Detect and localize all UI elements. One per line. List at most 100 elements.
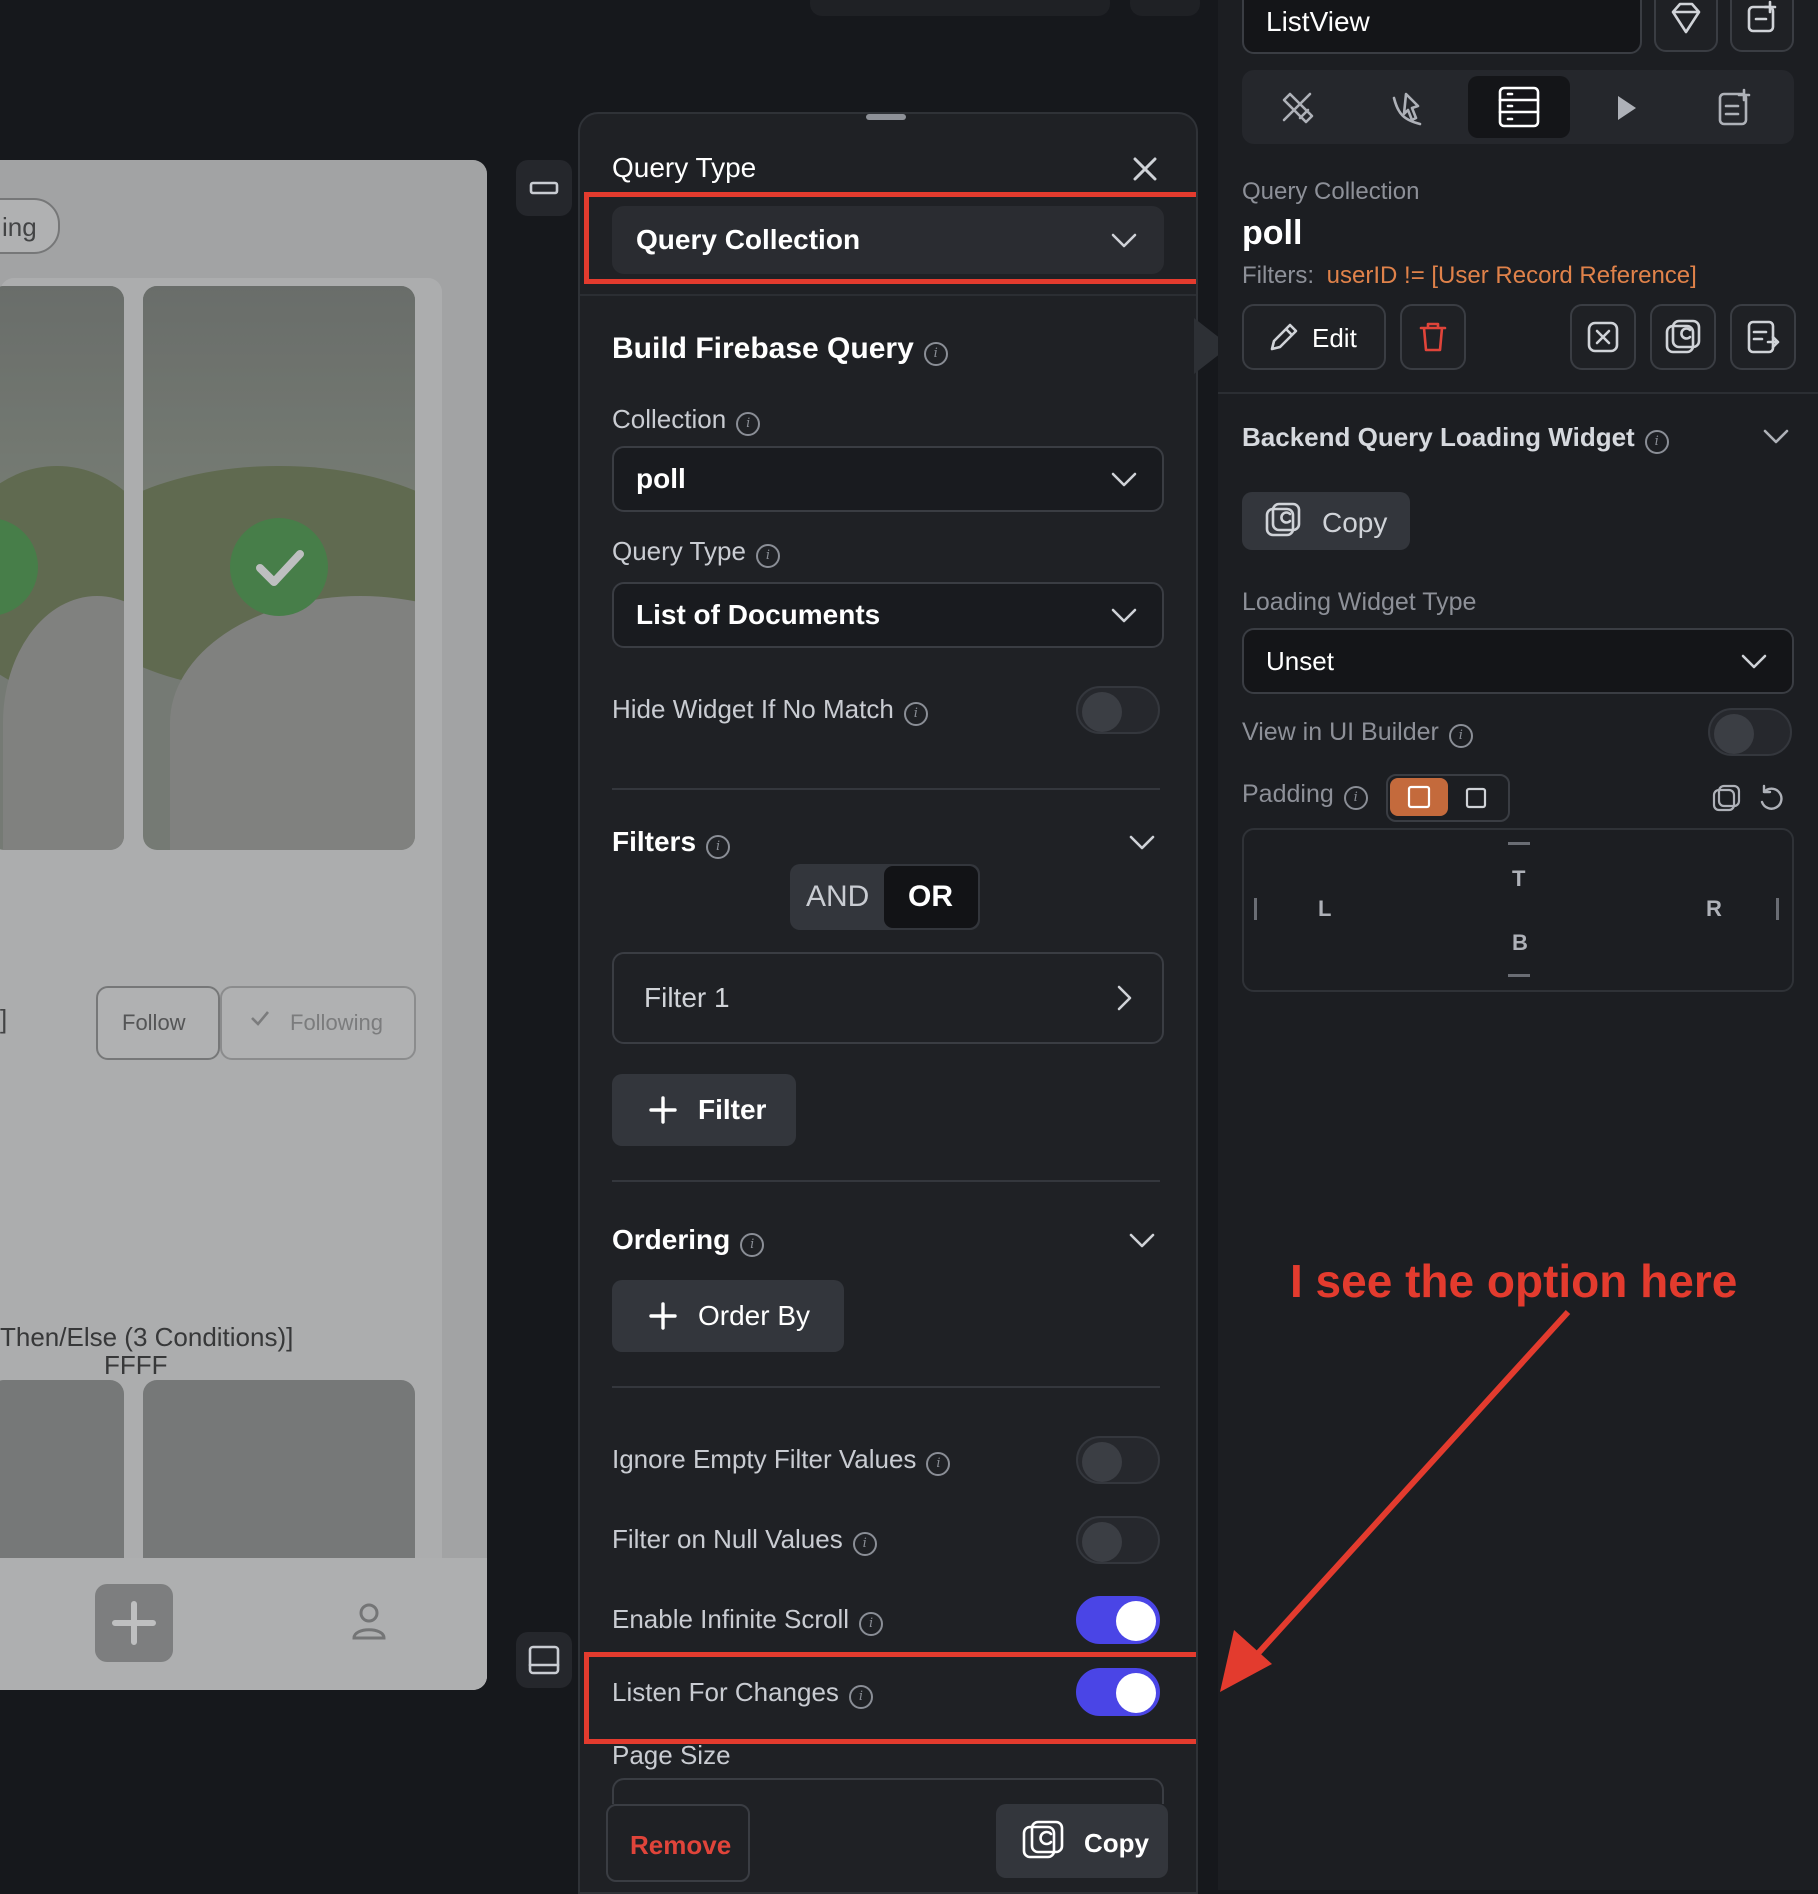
padding-left[interactable]: L [1318, 896, 1331, 922]
padding-editor[interactable]: T L R B [1242, 828, 1794, 992]
tab-backend-query[interactable] [1468, 76, 1570, 138]
infinite-scroll-toggle[interactable] [1076, 1596, 1160, 1644]
left-marker [1254, 898, 1257, 920]
add-filter-button[interactable]: Filter [612, 1074, 796, 1146]
diamond-button[interactable] [1654, 0, 1718, 52]
chevron-down-icon[interactable] [1760, 420, 1792, 452]
filters-title: Filters [612, 826, 697, 857]
remove-label: Remove [630, 1830, 732, 1860]
info-icon[interactable]: i [755, 543, 780, 568]
collection-dropdown[interactable]: poll [612, 446, 1164, 512]
ordering-title: Ordering [612, 1224, 731, 1255]
copy-icon[interactable] [1706, 778, 1746, 818]
collection-label-row: Collection i [612, 404, 761, 436]
info-icon[interactable]: i [859, 1611, 884, 1636]
order-by-button[interactable]: Order By [612, 1280, 844, 1352]
variable-button[interactable] [1570, 304, 1636, 370]
filters-heading: Filters i [612, 826, 731, 859]
query-panel: Query Type Query Collection Build Fireba… [578, 112, 1198, 1894]
filter-null-toggle[interactable] [1076, 1516, 1160, 1564]
padding-label: Padding [1242, 780, 1334, 808]
copy-query-button[interactable]: Copy [996, 1804, 1168, 1878]
chevron-down-icon[interactable] [1126, 1224, 1158, 1256]
query-kind-caption: Query Collection [1242, 178, 1420, 205]
padding-single-icon[interactable] [1456, 778, 1496, 818]
padding-all-icon [1407, 785, 1431, 809]
ignore-empty-toggle[interactable] [1076, 1436, 1160, 1484]
add-component-icon [1747, 0, 1777, 33]
edit-label: Edit [1312, 323, 1357, 353]
or-option[interactable]: OR [908, 880, 953, 914]
info-icon[interactable]: i [706, 834, 731, 859]
loading-widget-heading: Backend Query Loading Widget i [1242, 422, 1669, 454]
padding-uniform-option[interactable] [1390, 778, 1448, 816]
info-icon[interactable]: i [740, 1232, 765, 1257]
copy-icon-button[interactable] [1650, 304, 1716, 370]
padding-row: Padding i [1242, 780, 1368, 810]
reset-icon[interactable] [1752, 778, 1792, 818]
filters-summary: Filters: userID != [User Record Referenc… [1242, 262, 1697, 290]
page-size-label: Page Size [612, 1740, 731, 1770]
play-icon[interactable] [1598, 80, 1654, 136]
info-icon[interactable]: i [1448, 723, 1473, 748]
info-icon[interactable]: i [903, 701, 928, 726]
action-icon[interactable] [1380, 80, 1436, 136]
filter-item[interactable]: Filter 1 [612, 952, 1164, 1044]
info-icon[interactable]: i [926, 1451, 951, 1476]
divider [612, 1180, 1160, 1182]
padding-right[interactable]: R [1706, 896, 1722, 922]
add-component-button[interactable] [1730, 0, 1794, 52]
infinite-scroll-row: Enable Infinite Scroll i [612, 1604, 884, 1636]
hide-widget-row: Hide Widget If No Match i [612, 694, 928, 726]
padding-mode-switch[interactable] [1386, 774, 1510, 822]
remove-button[interactable]: Remove [606, 1804, 750, 1882]
right-marker [1776, 898, 1779, 920]
paste-button[interactable] [1730, 304, 1796, 370]
query-kind-value: List of Documents [636, 599, 881, 630]
chevron-down-icon [1741, 654, 1767, 669]
plus-icon [649, 1302, 677, 1330]
info-icon[interactable]: i [1644, 429, 1669, 454]
annotation-text: I see the option here [1290, 1255, 1738, 1307]
divider [612, 1386, 1160, 1388]
copy-label: Copy [1084, 1828, 1149, 1858]
divider [1218, 392, 1818, 394]
close-icon[interactable] [1128, 152, 1162, 186]
top-toolbar-stub [1130, 0, 1200, 16]
panel-collapse-button[interactable] [516, 160, 572, 216]
delete-query-button[interactable] [1400, 304, 1466, 370]
notes-icon[interactable] [1706, 80, 1762, 136]
info-icon[interactable]: i [736, 411, 761, 436]
add-filter-label: Filter [698, 1094, 767, 1125]
widget-name-field[interactable]: ListView [1242, 0, 1642, 54]
info-icon[interactable]: i [923, 341, 948, 366]
loading-widget-title: Backend Query Loading Widget [1242, 422, 1635, 452]
and-or-switch[interactable]: AND OR [790, 864, 980, 930]
database-icon [1498, 86, 1540, 128]
filters-prefix: Filters: [1242, 262, 1314, 289]
top-toolbar-stub [810, 0, 1110, 16]
widget-name: ListView [1266, 6, 1370, 37]
query-kind-label-row: Query Type i [612, 536, 780, 568]
and-option[interactable]: AND [806, 880, 869, 914]
info-icon[interactable]: i [1343, 785, 1368, 810]
phone-preview: ing ] Follow Following Then/Else (3 Cond… [0, 160, 487, 1690]
collapse-icon [529, 181, 559, 195]
ignore-empty-row: Ignore Empty Filter Values i [612, 1444, 951, 1476]
drag-handle[interactable] [866, 114, 906, 120]
properties-panel: ListView Query Collection poll Filters: … [1218, 0, 1818, 1890]
chevron-down-icon[interactable] [1126, 826, 1158, 858]
filter-null-label: Filter on Null Values [612, 1524, 843, 1554]
edit-query-button[interactable]: Edit [1242, 304, 1386, 370]
tools-icon[interactable] [1270, 80, 1326, 136]
view-ui-builder-toggle[interactable] [1708, 708, 1792, 756]
padding-top[interactable]: T [1512, 866, 1525, 892]
copy-loading-widget-button[interactable]: Copy [1242, 492, 1410, 550]
device-toggle-button[interactable] [516, 1632, 572, 1688]
loading-type-dropdown[interactable]: Unset [1242, 628, 1794, 694]
filters-value: userID != [User Record Reference] [1326, 262, 1697, 289]
info-icon[interactable]: i [852, 1531, 877, 1556]
query-kind-dropdown[interactable]: List of Documents [612, 582, 1164, 648]
hide-widget-toggle[interactable] [1076, 686, 1160, 734]
padding-bottom[interactable]: B [1512, 930, 1528, 956]
